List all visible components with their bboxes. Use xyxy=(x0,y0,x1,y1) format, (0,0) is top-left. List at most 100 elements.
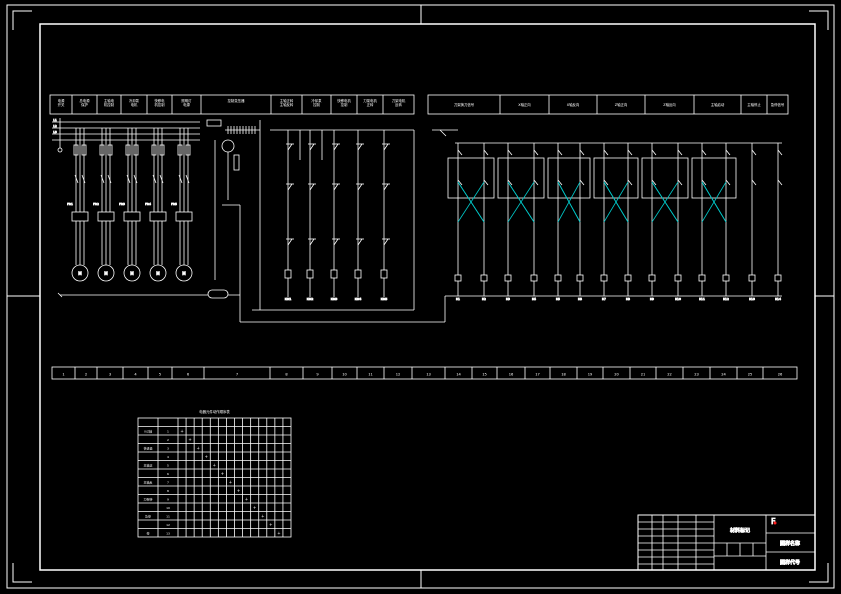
relay-coil-12 xyxy=(722,274,730,282)
header-label-right-7: 主轴停止 xyxy=(747,102,761,107)
supply-terminal xyxy=(57,147,63,153)
column-number-19: 19 xyxy=(588,373,593,377)
thermal-relay-4 xyxy=(149,211,167,222)
thermal-label-2: FR2 xyxy=(93,202,99,206)
table-row-code-2: 2 xyxy=(167,438,169,442)
table-mark-6: + xyxy=(221,471,224,476)
coil-label-4: KM4 xyxy=(355,297,362,301)
table-mark-7: + xyxy=(229,479,232,484)
table-mark-8: + xyxy=(237,488,240,493)
header-label-left-8: 主轴反转 xyxy=(280,102,294,107)
motor-label-2: M xyxy=(104,271,108,276)
column-number-4: 4 xyxy=(134,373,137,377)
header-label-right-4: Z轴正向 xyxy=(615,102,628,107)
table-row-code-6: 6 xyxy=(167,472,169,476)
header-label-left-7: 控制变压器 xyxy=(228,98,246,103)
relay-coil-10 xyxy=(674,274,682,282)
table-mark-9: + xyxy=(245,496,248,501)
relay-label-8: K8 xyxy=(626,297,630,301)
column-number-25: 25 xyxy=(748,373,753,377)
rectifier-bridge xyxy=(221,139,235,153)
relay-label-4: K4 xyxy=(532,297,536,301)
header-label-left-12: 反转 xyxy=(395,102,402,107)
relay-coil-3 xyxy=(504,274,512,282)
header-label-left-3: 机控制 xyxy=(104,102,115,107)
thermal-relay-5 xyxy=(175,211,193,222)
column-number-21: 21 xyxy=(641,373,646,377)
table-row-code-12: 12 xyxy=(166,523,170,527)
table-row-code-1: 1 xyxy=(167,429,169,433)
logo-dot xyxy=(773,521,777,525)
table-row-code-10: 10 xyxy=(166,506,170,510)
relay-coil-5 xyxy=(554,274,562,282)
relay-label-9: K9 xyxy=(650,297,654,301)
header-label-right-1: 刀架换刀信号 xyxy=(454,102,475,107)
column-number-3: 3 xyxy=(109,373,111,377)
phase-label-l3: L3 xyxy=(53,130,57,134)
column-number-26: 26 xyxy=(778,373,783,377)
electrical-drawing-sheet: 电源 开关 总电源 保护 主轴电 机控制 冷却泵 电机 快移电 机控制 照明灯 电源 控制变压器 主轴正转… xyxy=(0,0,841,594)
relay-coil-14 xyxy=(774,274,782,282)
coil-label-1: KM1 xyxy=(285,297,292,301)
header-label-left-11: 正转 xyxy=(367,102,374,107)
column-number-18: 18 xyxy=(561,373,566,377)
relay-coil-4 xyxy=(530,274,538,282)
relay-label-3: K3 xyxy=(506,297,510,301)
control-circuit: KM1 KM2 KM3 KM4 KM5 xyxy=(270,129,415,310)
column-number-2: 2 xyxy=(85,373,87,377)
relay-label-12: K12 xyxy=(723,297,729,301)
header-label-right-5: Z轴反向 xyxy=(663,102,676,107)
header-label-right-8: 急停信号 xyxy=(771,102,785,107)
control-fuse xyxy=(206,119,222,127)
relay-label-2: K2 xyxy=(482,297,486,301)
thermal-label-1: FR1 xyxy=(67,202,73,206)
table-row-code-9: 9 xyxy=(167,497,169,501)
column-number-10: 10 xyxy=(342,373,347,377)
table-row-label-11: 急停 xyxy=(145,513,151,518)
table-row-label-1: X/Z轴 xyxy=(144,428,152,433)
table-row-label-7: 主轴反 xyxy=(143,479,152,484)
resistor xyxy=(233,154,240,171)
column-number-13: 13 xyxy=(426,373,431,377)
drawing-frame xyxy=(6,4,835,589)
header-label-left-10: 控制 xyxy=(341,102,348,107)
column-number-9: 9 xyxy=(316,373,319,377)
phase-label-l2: L2 xyxy=(53,124,57,128)
column-number-16: 16 xyxy=(509,373,514,377)
drawing-name-label: 图样名称 xyxy=(780,540,800,547)
column-number-15: 15 xyxy=(482,373,487,377)
column-number-12: 12 xyxy=(396,373,401,377)
table-row-code-13: 13 xyxy=(166,531,170,535)
phase-label-l1: L1 xyxy=(53,118,57,122)
thermal-relay-1 xyxy=(71,211,89,222)
header-label-left-4: 电机 xyxy=(131,102,138,107)
main-power-circuit: L1 L2 L3 M FR1 M FR2 M FR3 M FR4 M FR5 xyxy=(52,118,445,323)
relay-label-6: K6 xyxy=(578,297,582,301)
header-label-right-3: X轴反向 xyxy=(567,102,580,107)
table-row-code-5: 5 xyxy=(167,463,169,467)
relay-label-14: K14 xyxy=(775,297,781,301)
relay-coil-8 xyxy=(624,274,632,282)
table-mark-2: + xyxy=(188,437,191,442)
material-mark: 材料标记 xyxy=(730,527,750,534)
table-row-label-9: 刀架转 xyxy=(143,496,152,501)
header-label-right-6: 主轴启动 xyxy=(711,102,725,107)
column-number-11: 11 xyxy=(368,373,373,377)
header-right-frame xyxy=(427,94,789,115)
coil-5 xyxy=(380,269,388,279)
motor-label-1: M xyxy=(78,271,82,276)
relay-coil-2 xyxy=(480,274,488,282)
relay-coil-1 xyxy=(454,274,462,282)
table-mark-11: + xyxy=(261,513,264,518)
coil-label-2: KM2 xyxy=(307,297,314,301)
interlock-block-4 xyxy=(593,157,639,199)
motor-label-5: M xyxy=(182,271,186,276)
title-block: 材料标记图样名称图样代号 F xyxy=(637,514,816,571)
relay-label-10: K10 xyxy=(675,297,681,301)
column-number-17: 17 xyxy=(535,373,540,377)
column-number-23: 23 xyxy=(694,373,699,377)
thermal-label-3: FR3 xyxy=(119,202,125,206)
drawing-number-label: 图样代号 xyxy=(780,559,800,566)
function-header-right: 刀架换刀信号 X轴正向 X轴反向 Z轴正向 Z轴反向 主轴启动 主轴停止 急停信号 xyxy=(427,94,789,115)
interlock-block-1 xyxy=(447,157,495,199)
